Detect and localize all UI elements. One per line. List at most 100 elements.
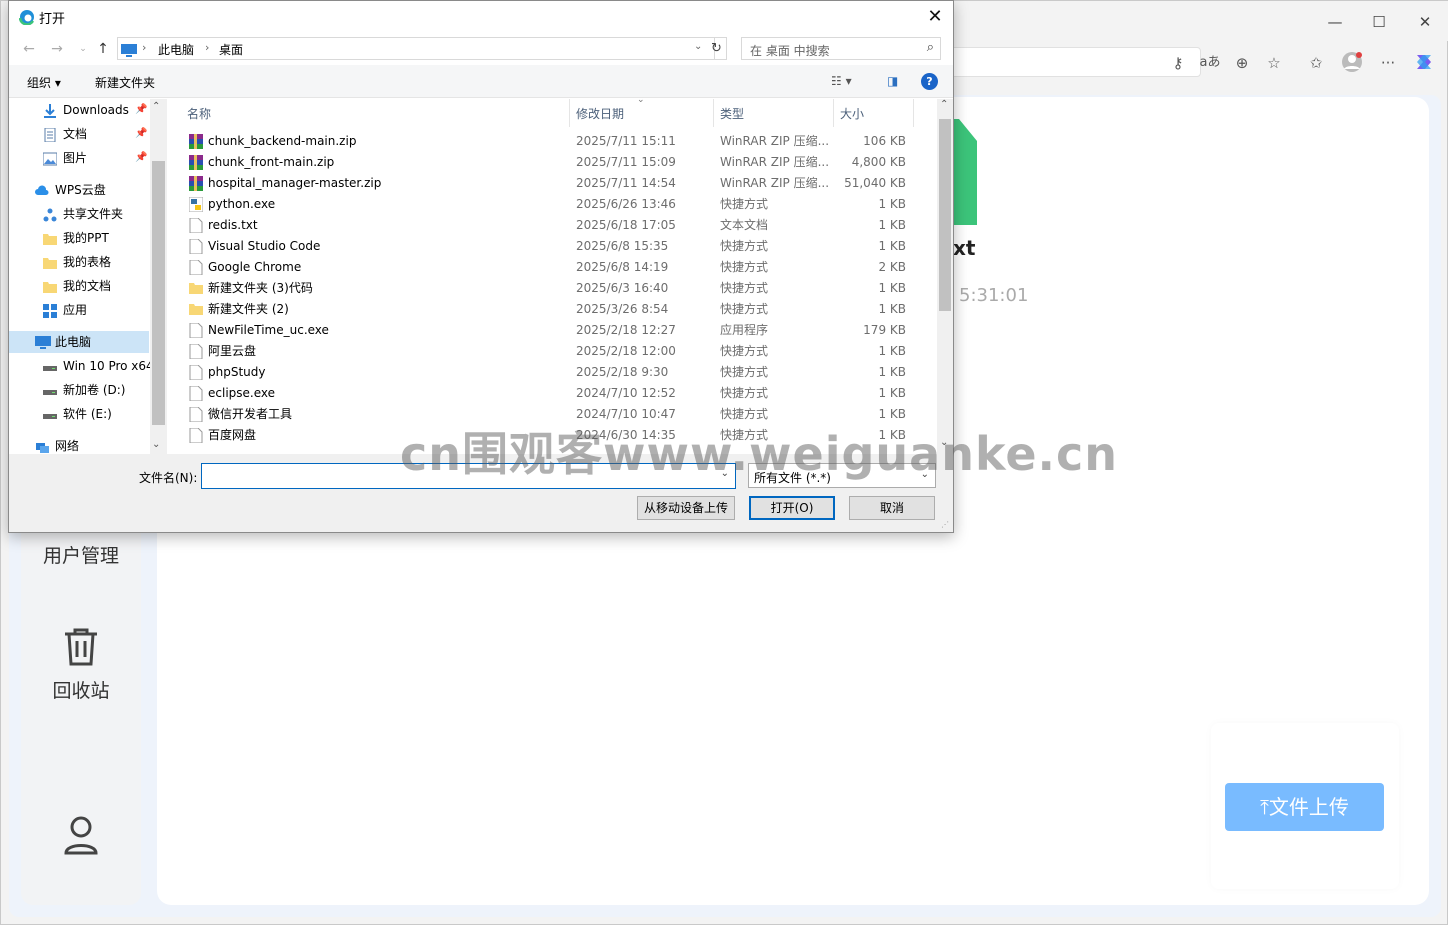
trash-icon[interactable] [63, 627, 99, 671]
maximize-icon[interactable]: ☐ [1363, 9, 1395, 35]
folder-icon [43, 231, 57, 245]
file-row[interactable]: 阿里云盘 2025/2/18 12:00 快捷方式 1 KB [167, 341, 937, 362]
file-type: 快捷方式 [720, 260, 769, 274]
list-scroll-up-icon[interactable]: ⌃ [940, 99, 948, 110]
column-divider[interactable] [833, 99, 834, 127]
file-type: 快捷方式 [720, 302, 769, 316]
sidebar-user-management[interactable]: 用户管理 [21, 541, 141, 568]
file-row[interactable]: NewFileTime_uc.exe 2025/2/18 12:27 应用程序 179… [167, 320, 937, 341]
file-list: 名称 ⌄ 修改日期 类型 大小 chunk_backend-main.zip 20… [167, 99, 937, 454]
nav-item[interactable]: 新加卷 (D:) [9, 379, 149, 401]
file-size: 51,040 KB [844, 176, 906, 190]
user-icon[interactable] [63, 815, 99, 859]
minimize-icon[interactable]: — [1319, 9, 1351, 35]
path-dropdown-icon[interactable]: ⌄ [694, 41, 702, 52]
nav-item[interactable]: Win 10 Pro x64 [9, 355, 154, 377]
column-header-type[interactable]: 类型 [720, 105, 744, 122]
nav-scroll-up-icon[interactable]: ⌃ [152, 101, 160, 112]
dialog-close-button[interactable]: ✕ [921, 4, 949, 30]
file-icon [189, 385, 203, 402]
search-placeholder: 在 桌面 中搜索 [750, 44, 830, 58]
more-icon[interactable]: ··· [1375, 51, 1401, 75]
close-icon[interactable]: ✕ [1409, 9, 1441, 35]
file-row[interactable]: python.exe 2025/6/26 13:46 快捷方式 1 KB [167, 194, 937, 215]
view-options-icon[interactable]: ☷ ▾ [831, 74, 852, 88]
filename-label: 文件名(N): [139, 471, 198, 485]
file-row[interactable]: redis.txt 2025/6/18 17:05 文本文档 1 KB [167, 215, 937, 236]
open-button[interactable]: 打开(O) [749, 496, 835, 520]
file-name: phpStudy [208, 365, 266, 379]
file-date: 2024/7/10 12:52 [576, 386, 676, 400]
recent-dropdown-icon[interactable]: ⌄ [73, 39, 93, 59]
file-row[interactable]: chunk_backend-main.zip 2025/7/11 15:11 Win… [167, 131, 937, 152]
path-segment[interactable]: 此电脑 [158, 41, 194, 58]
path-breadcrumb[interactable]: › 此电脑 › 桌面 ⌄ [117, 37, 715, 60]
share-icon [43, 207, 57, 222]
file-icon [189, 259, 203, 276]
search-input[interactable]: 在 桌面 中搜索 ⌕ [741, 37, 941, 60]
cancel-button[interactable]: 取消 [849, 496, 935, 520]
up-arrow-icon[interactable]: ↑ [93, 39, 113, 59]
resize-grip-icon[interactable]: ⋰ [941, 520, 949, 529]
nav-item[interactable]: 图片 📌 [9, 147, 149, 169]
zoom-icon[interactable]: ⊕ [1229, 51, 1255, 75]
address-bar[interactable] [941, 47, 1201, 77]
sidebar-recycle-bin[interactable]: 回收站 [21, 676, 141, 703]
search-icon: ⌕ [926, 40, 934, 55]
file-row[interactable]: Visual Studio Code 2025/6/8 15:35 快捷方式 1 KB [167, 236, 937, 257]
new-folder-button[interactable]: 新建文件夹 [95, 74, 155, 91]
column-header-date[interactable]: 修改日期 [576, 105, 624, 122]
path-separator-icon: › [205, 41, 210, 54]
file-row[interactable]: eclipse.exe 2024/7/10 12:52 快捷方式 1 KB [167, 383, 937, 404]
nav-scroll-down-icon[interactable]: ⌄ [152, 439, 160, 450]
nav-item[interactable]: WPS云盘 [9, 179, 149, 201]
nav-item[interactable]: 共享文件夹 [9, 203, 149, 225]
column-divider[interactable] [913, 99, 914, 127]
column-header-name[interactable]: 名称 [187, 105, 211, 122]
file-date: 2025/2/18 12:27 [576, 323, 676, 337]
file-date: 2025/6/3 16:40 [576, 281, 669, 295]
organize-button[interactable]: 组织 ▾ [27, 74, 61, 91]
nav-item[interactable]: Downloads 📌 [9, 99, 149, 121]
copilot-icon[interactable] [1411, 51, 1437, 75]
forward-arrow-icon[interactable]: → [47, 39, 67, 59]
file-row[interactable]: hospital_manager-master.zip 2025/7/11 14:… [167, 173, 937, 194]
column-header-size[interactable]: 大小 [840, 105, 864, 122]
file-type: 快捷方式 [720, 281, 769, 295]
path-segment[interactable]: 桌面 [219, 41, 243, 58]
pin-icon: 📌 [135, 104, 148, 115]
nav-item[interactable]: 应用 [9, 299, 149, 321]
nav-item[interactable]: 我的表格 [9, 251, 149, 273]
nav-item[interactable]: 网络 [9, 435, 149, 454]
key-icon[interactable]: ⚷ [1165, 51, 1191, 75]
help-icon[interactable]: ? [921, 73, 938, 90]
read-aloud-icon[interactable]: aあ [1197, 51, 1223, 75]
nav-item[interactable]: 我的文档 [9, 275, 149, 297]
nav-item[interactable]: 我的PPT [9, 227, 149, 249]
file-date: 2025/2/18 9:30 [576, 365, 669, 379]
list-scrollbar-thumb[interactable] [939, 119, 951, 311]
file-row[interactable]: 新建文件夹 (3)代码 2025/6/3 16:40 快捷方式 1 KB [167, 278, 937, 299]
refresh-icon[interactable]: ↻ [707, 37, 727, 60]
nav-item[interactable]: 软件 (E:) [9, 403, 149, 425]
column-divider[interactable] [713, 99, 714, 127]
edge-icon [18, 9, 35, 29]
nav-item[interactable]: 此电脑 [9, 331, 149, 353]
mobile-upload-button[interactable]: 从移动设备上传 [637, 496, 735, 520]
nav-scrollbar-thumb[interactable] [152, 161, 165, 425]
file-row[interactable]: phpStudy 2025/2/18 9:30 快捷方式 1 KB [167, 362, 937, 383]
column-divider[interactable] [569, 99, 570, 127]
file-size: 1 KB [878, 302, 906, 316]
favorites-icon[interactable]: ✩ [1303, 51, 1329, 75]
file-row[interactable]: Google Chrome 2025/6/8 14:19 快捷方式 2 KB [167, 257, 937, 278]
preview-pane-icon[interactable]: ◨ [887, 74, 898, 88]
profile-avatar-icon[interactable] [1339, 51, 1365, 75]
favorite-star-icon[interactable]: ☆ [1261, 51, 1287, 75]
back-arrow-icon[interactable]: ← [19, 39, 39, 59]
file-row[interactable]: 新建文件夹 (2) 2025/3/26 8:54 快捷方式 1 KB [167, 299, 937, 320]
nav-item[interactable]: 文档 📌 [9, 123, 149, 145]
file-type: 文本文档 [720, 218, 769, 232]
file-row[interactable]: chunk_front-main.zip 2025/7/11 15:09 WinRA… [167, 152, 937, 173]
upload-file-button[interactable]: ⤒文件上传 [1225, 783, 1384, 831]
nav-item-label: 文档 [63, 127, 88, 141]
